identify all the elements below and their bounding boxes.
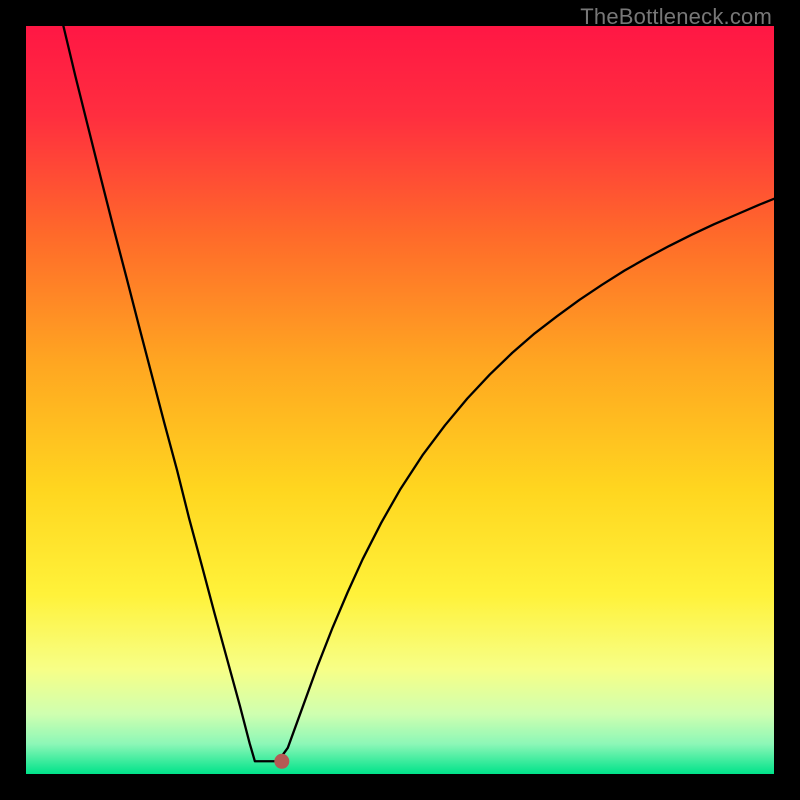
chart-frame — [0, 0, 800, 800]
watermark-text: TheBottleneck.com — [580, 4, 772, 30]
